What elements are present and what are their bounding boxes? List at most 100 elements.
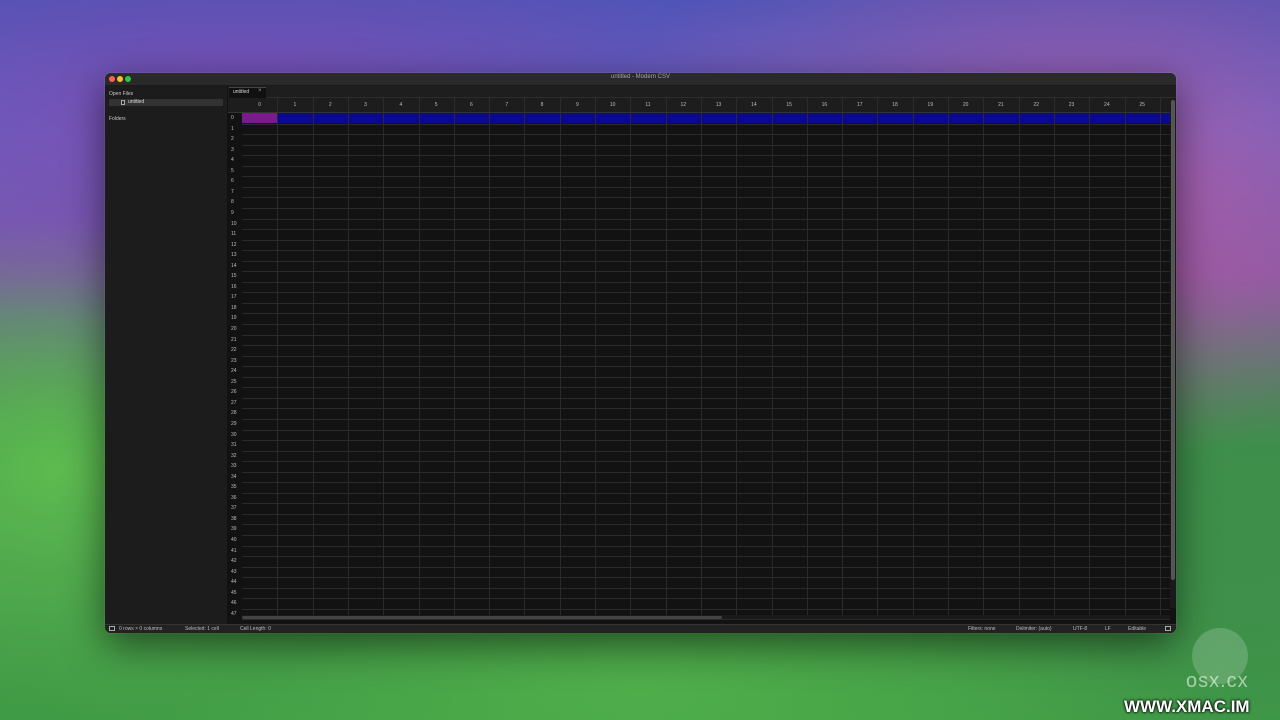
grid-line — [242, 376, 1170, 378]
column-header[interactable]: 12 — [666, 98, 701, 112]
row-header[interactable]: 0 — [228, 113, 241, 124]
close-tab-icon[interactable]: × — [258, 88, 262, 94]
row-header[interactable]: 22 — [228, 345, 241, 356]
row-header[interactable]: 9 — [228, 208, 241, 219]
spreadsheet-grid[interactable]: 0 1 2 3 4 5 6 7 8 9 10 11 12 13 14 15 16 17 18 19 20 21 22 23 24… — [228, 98, 1176, 623]
sidebar-file-untitled[interactable]: untitled — [109, 99, 223, 106]
tab-bar: untitled × — [228, 86, 1176, 98]
row-header[interactable]: 3 — [228, 145, 241, 156]
row-header[interactable]: 35 — [228, 482, 241, 493]
row-header[interactable]: 16 — [228, 282, 241, 293]
row-header[interactable]: 34 — [228, 472, 241, 483]
row-header[interactable]: 6 — [228, 176, 241, 187]
row-header[interactable]: 36 — [228, 493, 241, 504]
row-header[interactable]: 11 — [228, 229, 241, 240]
tab-untitled[interactable]: untitled × — [229, 87, 266, 98]
row-header[interactable]: 31 — [228, 440, 241, 451]
row-header[interactable]: 4 — [228, 155, 241, 166]
sidebar-toggle-icon[interactable] — [109, 626, 115, 631]
column-header[interactable]: 8 — [524, 98, 559, 112]
column-header[interactable]: 20 — [948, 98, 983, 112]
column-header[interactable]: 25 — [1125, 98, 1160, 112]
row-header[interactable]: 23 — [228, 356, 241, 367]
row-header[interactable]: 26 — [228, 387, 241, 398]
column-separator[interactable] — [1159, 98, 1161, 112]
file-icon — [121, 100, 125, 105]
column-header[interactable]: 14 — [736, 98, 771, 112]
row-header[interactable]: 8 — [228, 197, 241, 208]
column-header[interactable]: 24 — [1089, 98, 1124, 112]
row-header[interactable]: 40 — [228, 535, 241, 546]
row-header[interactable]: 14 — [228, 261, 241, 272]
status-mode[interactable]: Editable — [1128, 626, 1146, 632]
row-header[interactable]: 17 — [228, 292, 241, 303]
row-header[interactable]: 1 — [228, 124, 241, 135]
column-header[interactable]: 6 — [454, 98, 489, 112]
column-header[interactable]: 16 — [807, 98, 842, 112]
row-header[interactable]: 10 — [228, 219, 241, 230]
column-header[interactable]: 13 — [701, 98, 736, 112]
column-header[interactable]: 9 — [560, 98, 595, 112]
row-header[interactable]: 37 — [228, 503, 241, 514]
status-delimiter[interactable]: Delimiter: (auto) — [1016, 626, 1052, 632]
vertical-scroll-thumb[interactable] — [1171, 100, 1175, 580]
row-header[interactable]: 5 — [228, 166, 241, 177]
row-header[interactable]: 29 — [228, 419, 241, 430]
row-header[interactable]: 45 — [228, 588, 241, 599]
panel-toggle-icon[interactable] — [1165, 626, 1171, 631]
grid-line — [242, 619, 1170, 621]
grid-line — [948, 113, 949, 615]
status-size: 0 rows × 0 columns — [119, 626, 163, 632]
column-header[interactable]: 0 — [242, 98, 277, 112]
row-header[interactable]: 2 — [228, 134, 241, 145]
row-header[interactable]: 15 — [228, 271, 241, 282]
row-header[interactable]: 47 — [228, 609, 241, 620]
status-line-ending[interactable]: LF — [1105, 626, 1111, 632]
grid-line — [242, 260, 1170, 262]
column-header[interactable]: 3 — [348, 98, 383, 112]
grid-line — [595, 113, 596, 615]
row-header[interactable]: 30 — [228, 430, 241, 441]
row-header[interactable]: 7 — [228, 187, 241, 198]
column-header[interactable]: 10 — [595, 98, 630, 112]
row-header[interactable]: 39 — [228, 524, 241, 535]
column-header[interactable]: 5 — [419, 98, 454, 112]
vertical-scrollbar[interactable] — [1170, 98, 1176, 608]
row-header[interactable]: 41 — [228, 546, 241, 557]
row-header[interactable]: 38 — [228, 514, 241, 525]
status-selected: Selected: 1 cell — [185, 626, 219, 632]
column-header[interactable]: 2 — [313, 98, 348, 112]
row-header[interactable]: 25 — [228, 377, 241, 388]
column-header[interactable]: 15 — [772, 98, 807, 112]
row-header[interactable]: 13 — [228, 250, 241, 261]
selected-cell[interactable] — [242, 113, 277, 123]
row-header[interactable]: 24 — [228, 366, 241, 377]
column-header[interactable]: 22 — [1019, 98, 1054, 112]
row-header[interactable]: 28 — [228, 408, 241, 419]
row-header[interactable]: 44 — [228, 577, 241, 588]
column-header[interactable]: 1 — [277, 98, 312, 112]
column-header[interactable]: 4 — [383, 98, 418, 112]
column-header[interactable]: 17 — [842, 98, 877, 112]
status-encoding[interactable]: UTF-8 — [1073, 626, 1087, 632]
row-header[interactable]: 12 — [228, 240, 241, 251]
row-header[interactable]: 46 — [228, 598, 241, 609]
column-header[interactable]: 19 — [913, 98, 948, 112]
grid-line — [242, 302, 1170, 304]
column-header[interactable]: 7 — [489, 98, 524, 112]
row-header[interactable]: 32 — [228, 451, 241, 462]
row-header[interactable]: 43 — [228, 567, 241, 578]
column-header[interactable]: 23 — [1054, 98, 1089, 112]
row-header[interactable]: 18 — [228, 303, 241, 314]
column-header[interactable]: 11 — [630, 98, 665, 112]
row-header[interactable]: 42 — [228, 556, 241, 567]
column-header[interactable]: 18 — [877, 98, 912, 112]
column-header[interactable]: 21 — [983, 98, 1018, 112]
row-header[interactable]: 20 — [228, 324, 241, 335]
row-header[interactable]: 27 — [228, 398, 241, 409]
status-filters[interactable]: Filters: none — [968, 626, 996, 632]
grid-line — [242, 239, 1170, 241]
row-header[interactable]: 21 — [228, 335, 241, 346]
row-header[interactable]: 19 — [228, 313, 241, 324]
row-header[interactable]: 33 — [228, 461, 241, 472]
